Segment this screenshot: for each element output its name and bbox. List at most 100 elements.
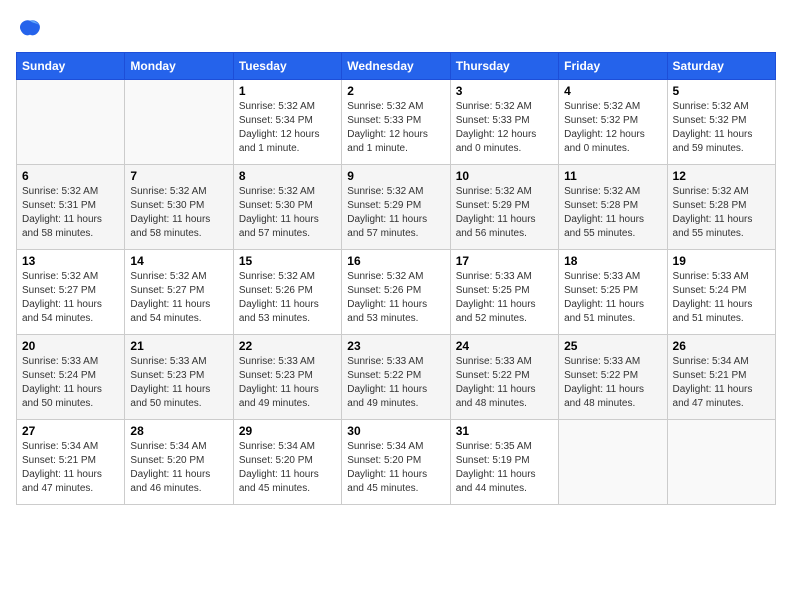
calendar-cell: 2Sunrise: 5:32 AM Sunset: 5:33 PM Daylig… xyxy=(342,80,450,165)
calendar-cell: 10Sunrise: 5:32 AM Sunset: 5:29 PM Dayli… xyxy=(450,165,558,250)
day-number: 5 xyxy=(673,84,770,98)
day-info: Sunrise: 5:32 AM Sunset: 5:26 PM Dayligh… xyxy=(239,270,336,326)
calendar-cell: 29 Sunrise: 5:34 AM Sunset: 5:20 PM Dayli… xyxy=(233,420,341,505)
calendar-cell: 24 Sunrise: 5:33 AM Sunset: 5:22 PM Dayli… xyxy=(450,335,558,420)
calendar-cell: 27 Sunrise: 5:34 AM Sunset: 5:21 PM Dayli… xyxy=(17,420,125,505)
header-monday: Monday xyxy=(125,53,233,80)
day-number: 25 xyxy=(564,339,661,353)
header-sunday: Sunday xyxy=(17,53,125,80)
day-number: 31 xyxy=(456,424,553,438)
header-wednesday: Wednesday xyxy=(342,53,450,80)
calendar-cell: 4 Sunrise: 5:32 AM Sunset: 5:32 PM Daylig… xyxy=(559,80,667,165)
day-number: 22 xyxy=(239,339,336,353)
day-info: Sunrise: 5:34 AM Sunset: 5:20 PM Dayligh… xyxy=(130,440,227,496)
day-number: 15 xyxy=(239,254,336,268)
calendar-week-row: 6 Sunrise: 5:32 AM Sunset: 5:31 PM Daylig… xyxy=(17,165,776,250)
calendar-week-row: 1 Sunrise: 5:32 AM Sunset: 5:34 PM Daylig… xyxy=(17,80,776,165)
day-info: Sunrise: 5:34 AM Sunset: 5:21 PM Dayligh… xyxy=(22,440,119,496)
calendar-cell xyxy=(17,80,125,165)
header-tuesday: Tuesday xyxy=(233,53,341,80)
calendar-cell: 25 Sunrise: 5:33 AM Sunset: 5:22 PM Dayli… xyxy=(559,335,667,420)
day-number: 7 xyxy=(130,169,227,183)
day-info: Sunrise: 5:32 AM Sunset: 5:29 PM Dayligh… xyxy=(347,185,444,241)
logo-bird-icon xyxy=(16,16,44,44)
header xyxy=(16,16,776,44)
day-number: 26 xyxy=(673,339,770,353)
day-info: Sunrise: 5:32 AM Sunset: 5:28 PM Dayligh… xyxy=(564,185,661,241)
calendar-week-row: 27 Sunrise: 5:34 AM Sunset: 5:21 PM Dayli… xyxy=(17,420,776,505)
day-info: Sunrise: 5:33 AM Sunset: 5:22 PM Dayligh… xyxy=(456,355,553,411)
calendar-cell: 18 Sunrise: 5:33 AM Sunset: 5:25 PM Dayli… xyxy=(559,250,667,335)
day-info: Sunrise: 5:34 AM Sunset: 5:21 PM Dayligh… xyxy=(673,355,770,411)
calendar-cell: 6 Sunrise: 5:32 AM Sunset: 5:31 PM Daylig… xyxy=(17,165,125,250)
day-number: 24 xyxy=(456,339,553,353)
day-info: Sunrise: 5:33 AM Sunset: 5:23 PM Dayligh… xyxy=(130,355,227,411)
day-number: 10 xyxy=(456,169,553,183)
calendar-cell: 20Sunrise: 5:33 AM Sunset: 5:24 PM Dayli… xyxy=(17,335,125,420)
calendar-week-row: 20Sunrise: 5:33 AM Sunset: 5:24 PM Dayli… xyxy=(17,335,776,420)
day-info: Sunrise: 5:33 AM Sunset: 5:25 PM Dayligh… xyxy=(564,270,661,326)
calendar-cell: 1 Sunrise: 5:32 AM Sunset: 5:34 PM Daylig… xyxy=(233,80,341,165)
day-info: Sunrise: 5:34 AM Sunset: 5:20 PM Dayligh… xyxy=(347,440,444,496)
day-number: 8 xyxy=(239,169,336,183)
day-number: 1 xyxy=(239,84,336,98)
day-number: 6 xyxy=(22,169,119,183)
calendar-cell: 30 Sunrise: 5:34 AM Sunset: 5:20 PM Dayli… xyxy=(342,420,450,505)
day-info: Sunrise: 5:32 AM Sunset: 5:28 PM Dayligh… xyxy=(673,185,770,241)
logo xyxy=(16,16,48,44)
calendar-cell: 5 Sunrise: 5:32 AM Sunset: 5:32 PM Daylig… xyxy=(667,80,775,165)
calendar-cell xyxy=(667,420,775,505)
day-info: Sunrise: 5:33 AM Sunset: 5:22 PM Dayligh… xyxy=(347,355,444,411)
day-info: Sunrise: 5:32 AM Sunset: 5:27 PM Dayligh… xyxy=(130,270,227,326)
day-info: Sunrise: 5:32 AM Sunset: 5:32 PM Dayligh… xyxy=(673,100,770,156)
calendar-cell: 7Sunrise: 5:32 AM Sunset: 5:30 PM Daylig… xyxy=(125,165,233,250)
day-number: 3 xyxy=(456,84,553,98)
day-info: Sunrise: 5:33 AM Sunset: 5:22 PM Dayligh… xyxy=(564,355,661,411)
day-number: 17 xyxy=(456,254,553,268)
day-number: 11 xyxy=(564,169,661,183)
day-number: 14 xyxy=(130,254,227,268)
day-info: Sunrise: 5:35 AM Sunset: 5:19 PM Dayligh… xyxy=(456,440,553,496)
calendar-cell: 13 Sunrise: 5:32 AM Sunset: 5:27 PM Dayli… xyxy=(17,250,125,335)
day-info: Sunrise: 5:33 AM Sunset: 5:24 PM Dayligh… xyxy=(673,270,770,326)
day-number: 23 xyxy=(347,339,444,353)
day-number: 16 xyxy=(347,254,444,268)
calendar-cell xyxy=(559,420,667,505)
day-number: 27 xyxy=(22,424,119,438)
day-number: 12 xyxy=(673,169,770,183)
calendar-cell: 9 Sunrise: 5:32 AM Sunset: 5:29 PM Daylig… xyxy=(342,165,450,250)
day-number: 19 xyxy=(673,254,770,268)
calendar-cell: 12 Sunrise: 5:32 AM Sunset: 5:28 PM Dayli… xyxy=(667,165,775,250)
calendar-cell: 21Sunrise: 5:33 AM Sunset: 5:23 PM Dayli… xyxy=(125,335,233,420)
calendar-cell: 15 Sunrise: 5:32 AM Sunset: 5:26 PM Dayli… xyxy=(233,250,341,335)
calendar-cell: 22 Sunrise: 5:33 AM Sunset: 5:23 PM Dayli… xyxy=(233,335,341,420)
calendar-cell: 11 Sunrise: 5:32 AM Sunset: 5:28 PM Dayli… xyxy=(559,165,667,250)
weekday-header-row: Sunday Monday Tuesday Wednesday Thursday… xyxy=(17,53,776,80)
calendar-cell: 16Sunrise: 5:32 AM Sunset: 5:26 PM Dayli… xyxy=(342,250,450,335)
day-number: 13 xyxy=(22,254,119,268)
calendar-table: Sunday Monday Tuesday Wednesday Thursday… xyxy=(16,52,776,505)
day-number: 4 xyxy=(564,84,661,98)
day-number: 20 xyxy=(22,339,119,353)
calendar-cell: 14 Sunrise: 5:32 AM Sunset: 5:27 PM Dayli… xyxy=(125,250,233,335)
day-info: Sunrise: 5:32 AM Sunset: 5:31 PM Dayligh… xyxy=(22,185,119,241)
day-info: Sunrise: 5:32 AM Sunset: 5:27 PM Dayligh… xyxy=(22,270,119,326)
day-number: 28 xyxy=(130,424,227,438)
day-info: Sunrise: 5:32 AM Sunset: 5:33 PM Dayligh… xyxy=(456,100,553,156)
calendar-cell: 3 Sunrise: 5:32 AM Sunset: 5:33 PM Daylig… xyxy=(450,80,558,165)
day-number: 18 xyxy=(564,254,661,268)
day-info: Sunrise: 5:32 AM Sunset: 5:33 PM Dayligh… xyxy=(347,100,444,156)
day-info: Sunrise: 5:33 AM Sunset: 5:23 PM Dayligh… xyxy=(239,355,336,411)
day-info: Sunrise: 5:32 AM Sunset: 5:34 PM Dayligh… xyxy=(239,100,336,156)
day-number: 9 xyxy=(347,169,444,183)
day-info: Sunrise: 5:34 AM Sunset: 5:20 PM Dayligh… xyxy=(239,440,336,496)
header-friday: Friday xyxy=(559,53,667,80)
calendar-week-row: 13 Sunrise: 5:32 AM Sunset: 5:27 PM Dayli… xyxy=(17,250,776,335)
header-saturday: Saturday xyxy=(667,53,775,80)
calendar-cell: 19 Sunrise: 5:33 AM Sunset: 5:24 PM Dayli… xyxy=(667,250,775,335)
day-info: Sunrise: 5:32 AM Sunset: 5:32 PM Dayligh… xyxy=(564,100,661,156)
header-thursday: Thursday xyxy=(450,53,558,80)
day-number: 29 xyxy=(239,424,336,438)
day-number: 30 xyxy=(347,424,444,438)
day-info: Sunrise: 5:33 AM Sunset: 5:25 PM Dayligh… xyxy=(456,270,553,326)
